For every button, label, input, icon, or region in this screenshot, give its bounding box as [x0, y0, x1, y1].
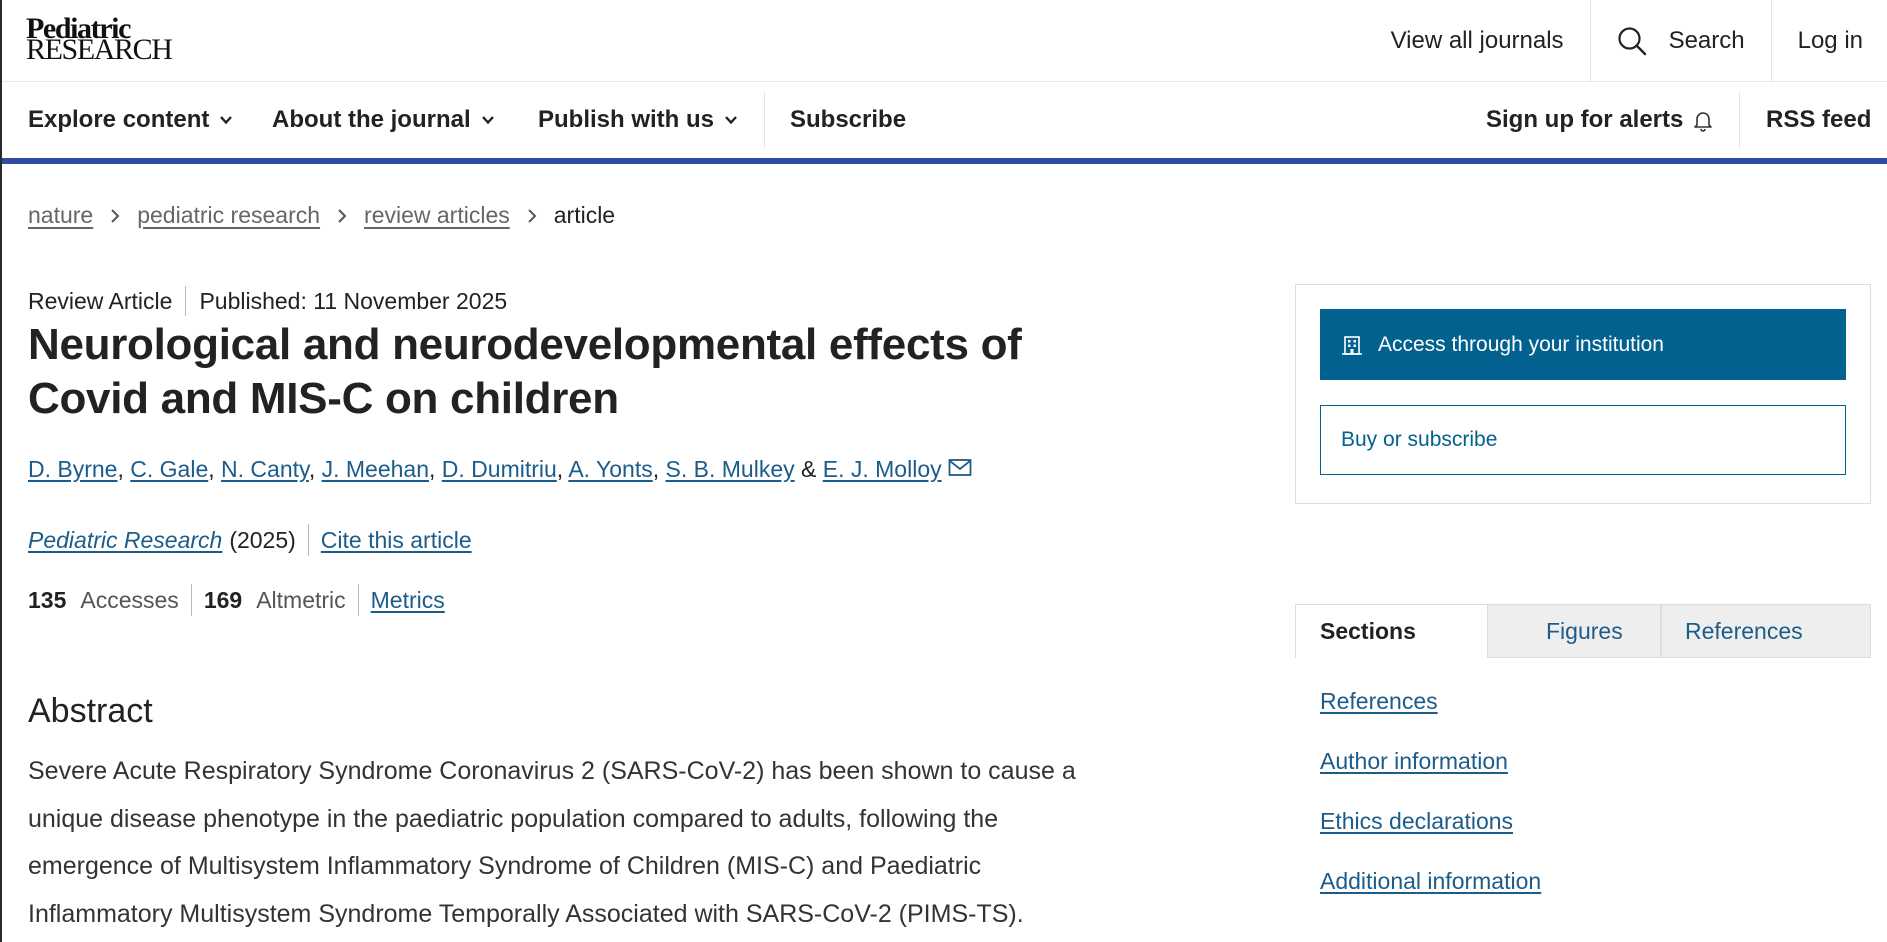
tab-sections[interactable]: Sections: [1295, 604, 1487, 658]
explore-content-label: Explore content: [28, 106, 210, 133]
breadcrumb-current: article: [553, 202, 616, 228]
section-link-author-information[interactable]: Author information: [1320, 748, 1541, 808]
section-links: References Author information Ethics dec…: [1320, 688, 1541, 928]
section-link-ethics-declarations[interactable]: Ethics declarations: [1320, 808, 1541, 868]
search-icon: [1617, 27, 1646, 56]
breadcrumb-review-articles[interactable]: review articles: [364, 202, 510, 229]
author-link[interactable]: S. B. Mulkey: [666, 456, 795, 482]
author-separator: ,: [308, 456, 322, 482]
chevron-right-icon: [528, 208, 537, 223]
author-link[interactable]: D. Byrne: [28, 456, 117, 482]
author-link[interactable]: E. J. Molloy: [823, 456, 942, 482]
article-meta: Review Article Published: 11 November 20…: [28, 286, 507, 316]
author-separator: ,: [429, 456, 442, 482]
rss-feed-link[interactable]: RSS feed: [1766, 82, 1871, 158]
author-ampersand: &: [794, 456, 823, 482]
author-link[interactable]: J. Meehan: [322, 456, 429, 482]
top-nav: View all journals Search Log in: [1365, 0, 1887, 82]
chevron-down-icon: [725, 116, 737, 125]
buy-subscribe-button[interactable]: Buy or subscribe: [1320, 405, 1846, 475]
tab-references[interactable]: References: [1661, 604, 1871, 658]
journal-citation: Pediatric Research (2025) Cite this arti…: [28, 524, 472, 556]
author-separator: ,: [208, 456, 222, 482]
tab-figures[interactable]: Figures: [1487, 604, 1661, 658]
abstract-line: emergence of Multisystem Inflammatory Sy…: [28, 852, 982, 880]
published-date: Published: 11 November 2025: [199, 287, 508, 314]
cite-article-link[interactable]: Cite this article: [321, 527, 472, 554]
article-type: Review Article: [28, 287, 173, 314]
section-link-references[interactable]: References: [1320, 688, 1541, 748]
abstract-line: Severe Acute Respiratory Syndrome Corona…: [28, 757, 1076, 785]
metrics-divider: [357, 584, 359, 616]
citation-divider: [307, 524, 309, 556]
mail-icon[interactable]: [948, 458, 972, 478]
alerts-label: Sign up for alerts: [1486, 106, 1684, 133]
explore-content-menu[interactable]: Explore content: [28, 82, 233, 158]
article-title: Neurological and neurodevelopmental effe…: [28, 320, 1022, 423]
accesses-label: Accesses: [80, 586, 179, 613]
search-label: Search: [1668, 27, 1745, 54]
alerts-link[interactable]: Sign up for alerts: [1486, 82, 1715, 158]
about-journal-menu[interactable]: About the journal: [272, 82, 495, 158]
altmetric-count: 169: [203, 586, 243, 613]
abstract-text: Severe Acute Respiratory Syndrome Corona…: [28, 748, 1168, 938]
chevron-down-icon: [481, 116, 494, 125]
abstract-line: Inflammatory Multisystem Syndrome Tempor…: [28, 899, 1024, 928]
sidebar-tabs: Sections Figures References: [1295, 604, 1871, 658]
subscribe-link[interactable]: Subscribe: [790, 82, 906, 158]
access-box: Access through your institution Buy or s…: [1295, 284, 1871, 504]
journal-year: (2025): [229, 526, 296, 553]
logo-line2: RESEARCH: [26, 33, 173, 66]
author-link[interactable]: A. Yonts: [568, 456, 652, 482]
author-link[interactable]: N. Canty: [221, 456, 309, 482]
breadcrumb-pediatric-research[interactable]: pediatric research: [137, 202, 320, 229]
top-header: Pediatric RESEARCH View all journals Sea…: [2, 0, 1887, 82]
institution-icon: [1342, 335, 1362, 355]
nav-divider: [1739, 92, 1740, 148]
journal-logo[interactable]: Pediatric RESEARCH: [26, 14, 173, 66]
view-all-journals-link[interactable]: View all journals: [1365, 0, 1590, 82]
article-metrics: 135 Accesses 169 Altmetric Metrics: [28, 584, 445, 616]
author-link[interactable]: D. Dumitriu: [442, 456, 557, 482]
meta-divider: [185, 286, 187, 316]
publish-with-us-menu[interactable]: Publish with us: [538, 82, 738, 158]
metrics-link[interactable]: Metrics: [371, 587, 445, 614]
access-institution-label: Access through your institution: [1378, 332, 1664, 356]
journal-link[interactable]: Pediatric Research: [28, 527, 222, 554]
author-list: D. Byrne, C. Gale, N. Canty, J. Meehan, …: [28, 456, 972, 483]
access-institution-button[interactable]: Access through your institution: [1320, 309, 1846, 380]
author-separator: ,: [117, 456, 131, 482]
accesses-count: 135: [28, 586, 67, 613]
about-journal-label: About the journal: [272, 106, 471, 133]
publish-with-us-label: Publish with us: [538, 106, 715, 133]
section-link-additional-information[interactable]: Additional information: [1320, 868, 1541, 928]
main-nav: Explore content About the journal Publis…: [2, 82, 1887, 164]
login-link[interactable]: Log in: [1770, 0, 1887, 82]
nav-divider: [764, 92, 765, 148]
author-link[interactable]: C. Gale: [130, 456, 208, 482]
abstract-heading: Abstract: [28, 692, 153, 730]
bell-icon: [1694, 112, 1713, 132]
chevron-down-icon: [220, 116, 233, 125]
abstract-line: unique disease phenotype in the paediatr…: [28, 804, 999, 833]
altmetric-label: Altmetric: [256, 586, 346, 613]
author-separator: ,: [556, 456, 569, 482]
breadcrumb: nature pediatric research review article…: [28, 202, 615, 229]
chevron-right-icon: [111, 208, 120, 223]
author-separator: ,: [652, 456, 666, 482]
breadcrumb-nature[interactable]: nature: [28, 202, 93, 229]
search-button[interactable]: Search: [1589, 0, 1771, 82]
metrics-divider: [190, 584, 192, 616]
chevron-right-icon: [338, 208, 347, 223]
